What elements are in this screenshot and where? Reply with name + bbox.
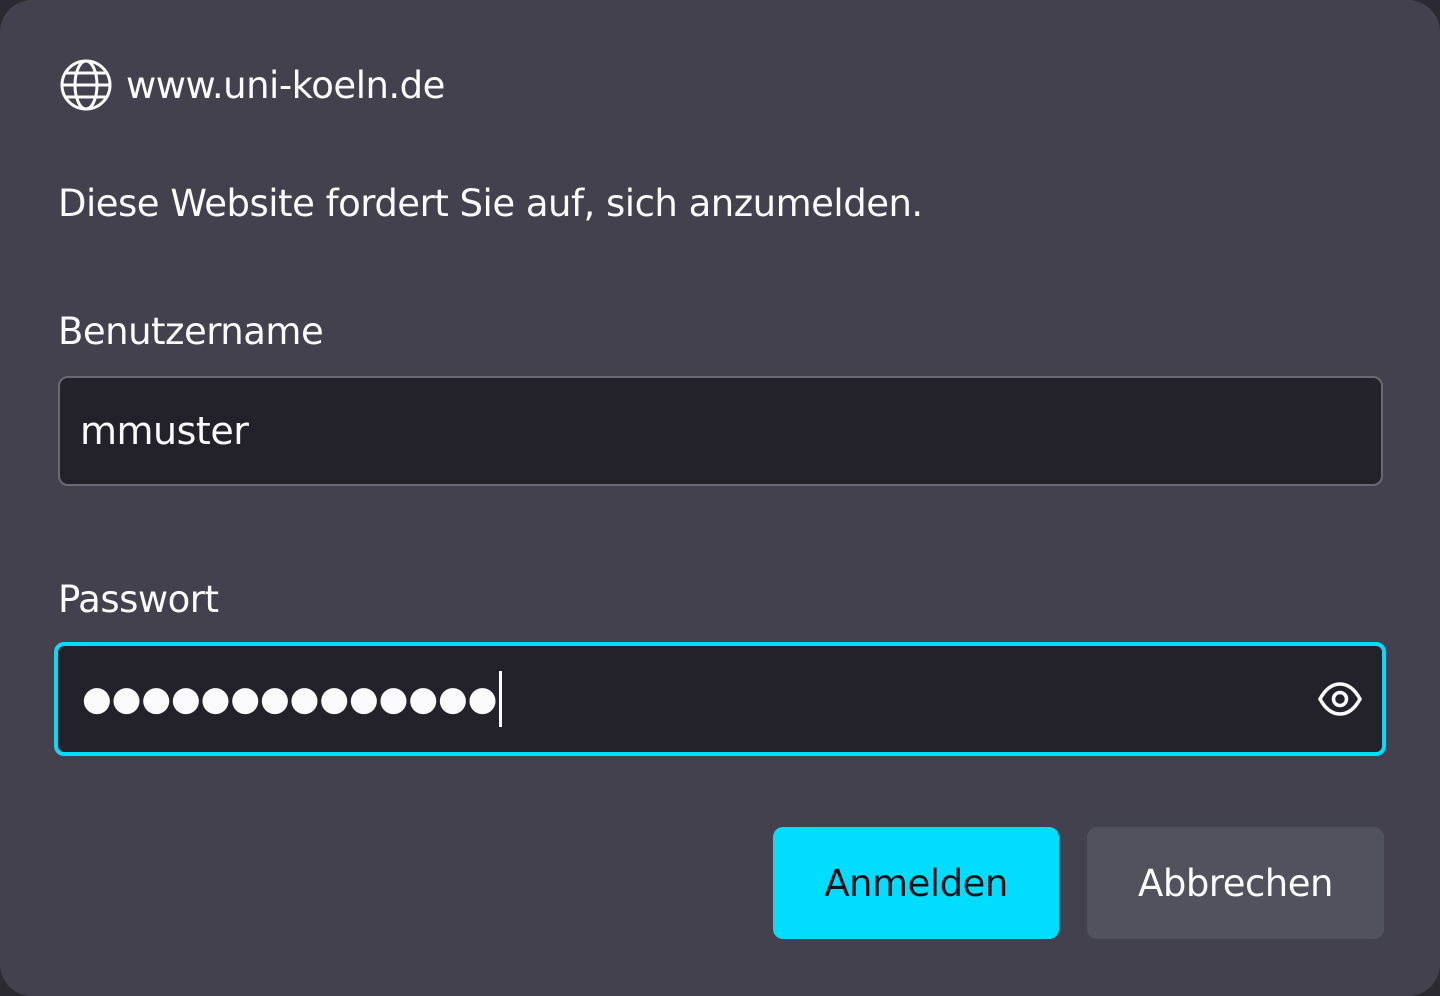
globe-icon: [58, 57, 114, 113]
username-label: Benutzername: [58, 310, 324, 353]
site-header: www.uni-koeln.de: [58, 55, 445, 115]
password-masked-value: ●●●●●●●●●●●●●●: [82, 671, 503, 727]
cancel-button[interactable]: Abbrechen: [1087, 827, 1384, 939]
eye-icon[interactable]: [1316, 675, 1364, 723]
site-host: www.uni-koeln.de: [126, 63, 445, 107]
text-caret: [499, 671, 503, 727]
password-field[interactable]: ●●●●●●●●●●●●●●: [54, 642, 1386, 756]
username-field[interactable]: mmuster: [58, 376, 1383, 486]
password-dots: ●●●●●●●●●●●●●●: [82, 679, 498, 719]
login-prompt-text: Diese Website fordert Sie auf, sich anzu…: [58, 182, 923, 225]
username-value: mmuster: [80, 409, 249, 453]
password-label: Passwort: [58, 578, 219, 621]
login-dialog: www.uni-koeln.de Diese Website fordert S…: [0, 0, 1440, 996]
login-button[interactable]: Anmelden: [773, 827, 1059, 939]
